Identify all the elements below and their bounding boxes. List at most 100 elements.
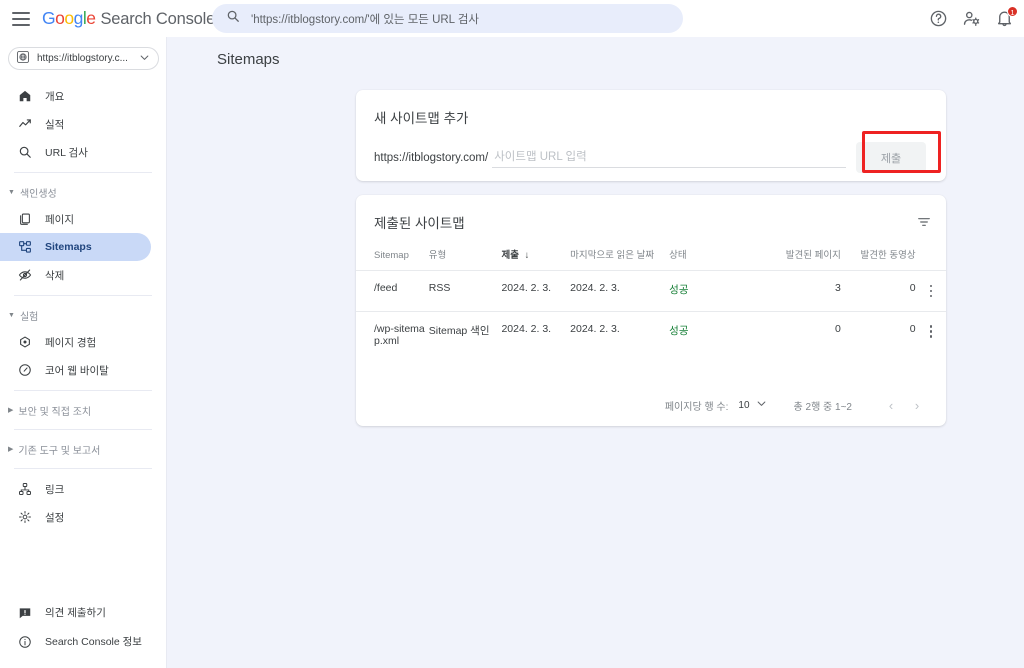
notifications-icon[interactable]: 1 [995,6,1018,28]
sidebar-footer: 의견 제출하기 Search Console 정보 [0,598,167,656]
sidebar-divider [14,390,152,391]
info-icon [17,635,32,649]
triangle-right-icon: ▶ [8,445,14,453]
search-console-app: Google Search Console 'https://itblogsto… [0,0,1024,668]
table-row[interactable]: /feed RSS 2024. 2. 3. 2024. 2. 3. 성공 3 0 [356,270,946,311]
cell-videos-found: 0 [840,310,916,358]
sidebar-item-feedback[interactable]: 의견 제출하기 [0,598,167,627]
row-menu-button[interactable] [915,310,946,358]
cell-status: 성공 [669,270,759,311]
sidebar-item-page-experience[interactable]: 페이지 경험 [0,328,151,356]
rows-per-page-select[interactable]: 10 [738,399,765,411]
column-header-videos-found[interactable]: 발견한 동영상 [841,247,916,271]
column-header-last-read[interactable]: 마지막으로 읽은 날짜 [570,247,669,271]
sidebar-section-indexing[interactable]: ▼ 색인생성 [0,179,166,205]
table-row[interactable]: /wp-sitemap.xml Sitemap 색인 2024. 2. 3. 2… [356,310,946,358]
sitemap-url-prefix: https://itblogstory.com/ [374,151,489,164]
sort-descending-icon: ↓ [524,250,530,261]
cell-type: Sitemap 색인 [428,310,502,358]
triangle-right-icon: ▶ [8,406,14,414]
sidebar-item-pages[interactable]: 페이지 [0,205,151,233]
sidebar-divider [14,429,152,430]
rows-per-page-value: 10 [738,399,750,411]
column-header-sitemap[interactable]: Sitemap [356,247,429,271]
column-header-type[interactable]: 유형 [429,247,502,271]
chevron-down-icon [140,53,149,65]
sidebar-section-legacy-tools[interactable]: ▶ 기존 도구 및 보고서 [0,436,166,462]
eye-off-icon [17,268,32,283]
column-header-submitted[interactable]: 제출 ↓ [501,247,570,271]
search-placeholder: 'https://itblogstory.com/'에 있는 모든 URL 검사 [251,13,480,26]
row-menu-button[interactable] [915,270,946,311]
table-header-row: Sitemap 유형 제출 ↓ 마지막으로 읽은 날짜 상태 발견된 페이지 발… [356,247,946,271]
sidebar-item-removals[interactable]: 삭제 [0,261,151,289]
sidebar-item-label: 코어 웹 바이탈 [45,364,109,377]
sidebar-item-settings[interactable]: 설정 [0,503,151,531]
sidebar-nav: 개요 실적 URL 검사 ▼ 색인생성 페이지 Sitemaps 삭제 ▼ 실험… [0,82,166,531]
chevron-down-icon [757,399,766,411]
column-header-submitted-label: 제출 [501,250,519,261]
home-icon [17,89,32,104]
sitemap-url-input[interactable] [492,147,846,168]
sidebar-item-label: 설정 [45,511,65,524]
chevron-left-icon[interactable]: ‹ [878,398,904,413]
chevron-right-icon[interactable]: › [904,398,930,413]
cell-sitemap[interactable]: /wp-sitemap.xml [356,310,429,358]
sidebar-item-label: 실적 [45,118,65,131]
search-icon [226,9,240,28]
sidebar-item-core-web-vitals[interactable]: 코어 웹 바이탈 [0,356,151,384]
sidebar-divider [14,172,152,173]
gear-icon [17,510,32,525]
sidebar-item-label: Sitemaps [45,241,92,253]
sidebar-item-sitemaps[interactable]: Sitemaps [0,233,151,261]
google-wordmark: Google [42,8,96,28]
sidebar: https://itblogstory.c... 개요 실적 URL 검사 ▼ … [0,37,167,668]
pages-icon [17,212,32,227]
sidebar-divider [14,295,152,296]
sitemaps-table: Sitemap 유형 제출 ↓ 마지막으로 읽은 날짜 상태 발견된 페이지 발… [356,247,946,358]
cell-submitted: 2024. 2. 3. [501,270,571,311]
sidebar-item-links[interactable]: 링크 [0,475,151,503]
add-sitemap-row: https://itblogstory.com/ 제출 [374,142,926,173]
sidebar-item-label: 페이지 [45,213,74,226]
sidebar-section-security[interactable]: ▶ 보안 및 직접 조치 [0,397,166,423]
sidebar-section-experience[interactable]: ▼ 실험 [0,302,166,328]
rows-per-page-label: 페이지당 행 수: [664,401,729,413]
sidebar-divider [14,468,152,469]
sidebar-item-label: 링크 [45,483,65,496]
submitted-sitemaps-title: 제출된 사이트맵 [374,216,465,231]
account-settings-icon[interactable] [962,9,981,28]
trending-up-icon [17,117,32,132]
sidebar-item-overview[interactable]: 개요 [0,82,151,110]
links-icon [17,482,32,497]
cell-sitemap[interactable]: /feed [356,270,429,311]
filter-icon[interactable] [916,212,932,233]
help-icon[interactable] [929,9,948,28]
sidebar-item-performance[interactable]: 실적 [0,110,151,138]
more-vert-icon[interactable] [916,284,946,297]
globe-icon [16,50,30,67]
add-sitemap-card: 새 사이트맵 추가 https://itblogstory.com/ 제출 [356,90,946,181]
submit-button[interactable]: 제출 [856,142,926,173]
top-bar: Google Search Console 'https://itblogsto… [0,0,1024,37]
sidebar-item-label: 의견 제출하기 [45,607,106,619]
column-header-status[interactable]: 상태 [669,247,758,271]
property-selector[interactable]: https://itblogstory.c... [8,47,159,70]
triangle-down-icon: ▼ [8,311,15,319]
search-bar[interactable]: 'https://itblogstory.com/'에 있는 모든 URL 검사 [212,4,683,33]
sidebar-item-label: 페이지 경험 [45,336,97,349]
sidebar-section-label: 실험 [19,311,39,323]
cell-last-read: 2024. 2. 3. [570,270,670,311]
sidebar-item-url-inspection[interactable]: URL 검사 [0,138,151,166]
property-label: https://itblogstory.c... [37,53,128,64]
cell-status: 성공 [669,310,759,358]
sidebar-section-label: 색인생성 [19,188,57,200]
sitemaps-table-head: Sitemap 유형 제출 ↓ 마지막으로 읽은 날짜 상태 발견된 페이지 발… [356,247,946,271]
cell-videos-found: 0 [840,270,916,311]
hamburger-icon[interactable] [12,11,30,26]
sidebar-item-about[interactable]: Search Console 정보 [0,627,167,656]
more-vert-icon[interactable] [916,325,946,338]
cell-pages-found: 3 [758,270,841,311]
product-name: Search Console [100,10,216,28]
column-header-pages-found[interactable]: 발견된 페이지 [758,247,841,271]
